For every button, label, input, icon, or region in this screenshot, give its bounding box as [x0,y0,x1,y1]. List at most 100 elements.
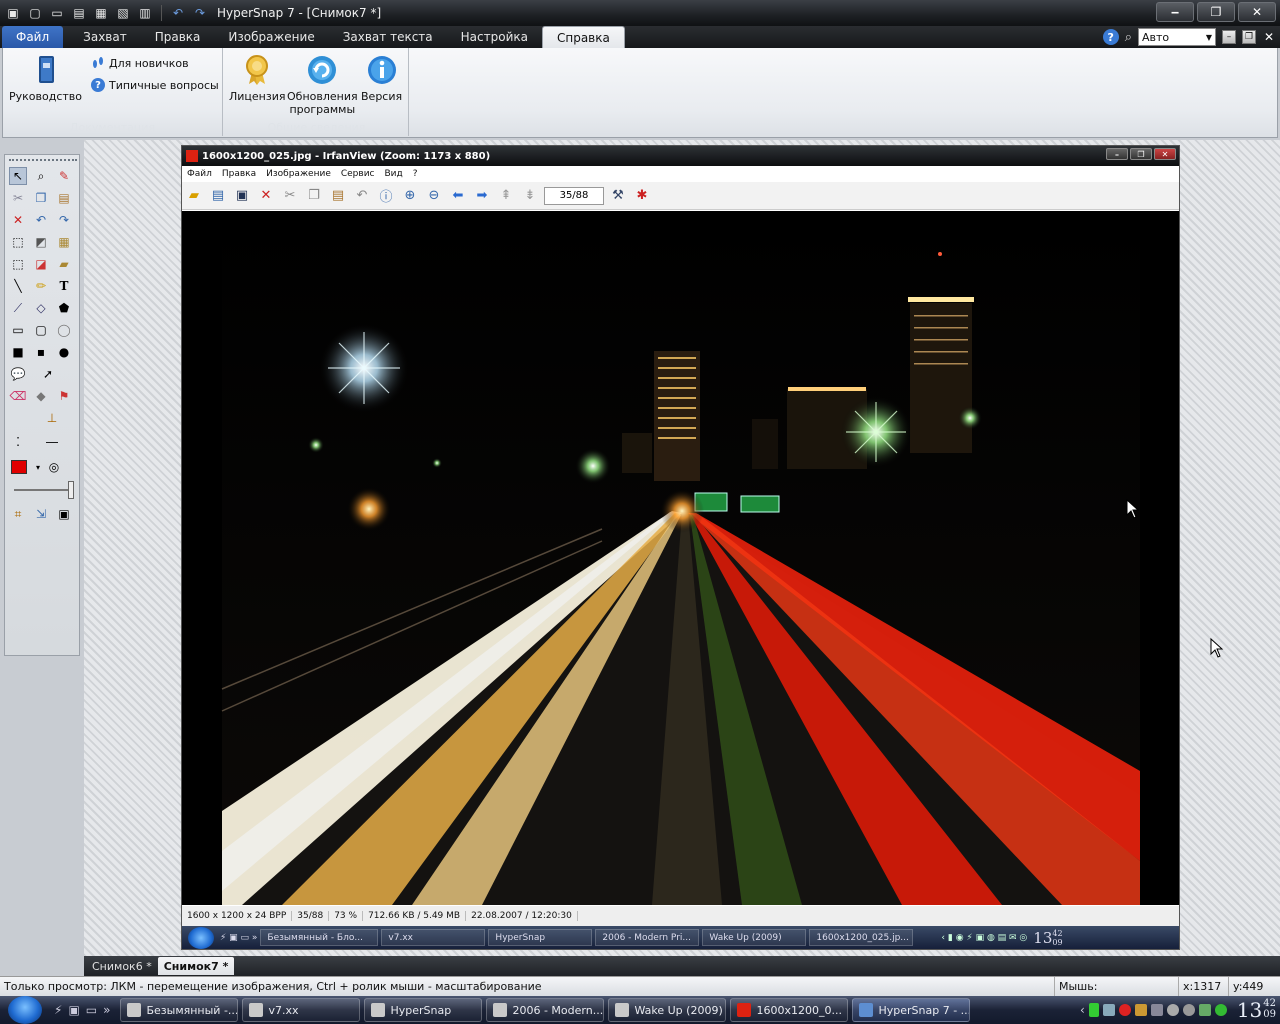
crop-icon[interactable]: ⌗ [9,505,27,523]
monitor-icon[interactable]: ▣ [55,505,73,523]
stamp-icon[interactable]: ⚑ [55,387,73,405]
quicklaunch-app-icon[interactable]: ⚡ [54,1003,62,1017]
window-switcher-icon[interactable]: ▭ [86,1003,97,1017]
maximize-button[interactable]: ❐ [1197,2,1235,22]
minimize-button[interactable]: ‒ [1156,2,1194,22]
filled-rect-icon[interactable]: ■ [9,343,27,361]
taskbar-clock[interactable]: 13 42 09 [1237,998,1276,1022]
tab-help[interactable]: Справка [541,26,625,48]
tab-capture[interactable]: Захват [69,26,141,48]
tray-settings-icon[interactable] [1182,1004,1195,1016]
tray-expand-icon[interactable]: ‹ [1080,1003,1085,1017]
tray-antivirus-icon[interactable] [1118,1004,1131,1016]
print-icon[interactable]: ▦ [92,4,110,22]
blur-icon[interactable]: ◩ [32,233,50,251]
line-icon[interactable]: ╲ [9,277,27,295]
undo-tool-icon[interactable]: ↶ [32,211,50,229]
taskbar-item[interactable]: HyperSnap [364,998,483,1022]
toolbar-grip[interactable] [9,159,77,163]
faq-button[interactable]: ? Типичные вопросы [91,78,219,92]
tab-snapshot7[interactable]: Снимок7 * [157,957,235,975]
stamp-tool-icon[interactable]: ⊥ [43,409,61,427]
taskbar-item[interactable]: v7.xx [242,998,361,1022]
search-icon[interactable]: ⌕ [1125,30,1132,45]
scroll-icon[interactable]: ✎ [55,167,73,185]
print-preview-icon[interactable]: ▧ [114,4,132,22]
version-button[interactable]: Версия [361,54,402,103]
canvas-area[interactable]: 1600x1200_025.jpg - IrfanView (Zoom: 117… [84,140,1280,956]
doc-minimize-button[interactable]: – [1222,30,1236,44]
taskbar-item[interactable]: Wake Up (2009) [608,998,727,1022]
polygon-icon[interactable]: ◇ [32,299,50,317]
pencil-icon[interactable]: ✏ [32,277,50,295]
rectangle-icon[interactable]: ▭ [9,321,27,339]
erase-area-icon[interactable]: ◆ [32,387,50,405]
tab-file[interactable]: Файл [2,26,64,48]
text-icon[interactable]: T [55,277,73,295]
delete-icon[interactable]: ✕ [9,211,27,229]
highlight-icon[interactable]: ▦ [55,233,73,251]
ellipse-icon[interactable]: ◯ [55,321,73,339]
select-region-icon[interactable]: ⬚ [9,233,27,251]
tray-status-icon[interactable] [1214,1004,1227,1016]
opacity-slider[interactable] [11,481,74,499]
rounded-rect-icon[interactable]: ▢ [32,321,50,339]
filled-polygon-icon[interactable]: ⬟ [55,299,73,317]
guide-button[interactable]: Руководство [9,54,82,103]
start-button[interactable] [8,996,42,1024]
tray-network-icon[interactable] [1102,1004,1115,1016]
taskbar-item-active[interactable]: HyperSnap 7 - ... [852,998,971,1022]
app-icon[interactable]: ▣ [4,4,22,22]
eraser-icon[interactable]: ⌫ [9,387,27,405]
beginners-button[interactable]: Для новичков [91,56,189,70]
crop-select-icon[interactable]: ⬚ [9,255,27,273]
arrow-tool-icon[interactable]: ➚ [39,365,57,383]
help-icon[interactable]: ? [1102,29,1119,45]
updates-button[interactable]: Обновления программы [287,54,358,116]
slider-thumb[interactable] [68,481,74,499]
zoom-icon[interactable]: ⌕ [32,167,50,185]
copy-icon[interactable]: ❐ [32,189,50,207]
tab-image[interactable]: Изображение [214,26,328,48]
cut-icon[interactable]: ✂ [9,189,27,207]
tray-mail-icon[interactable] [1198,1004,1211,1016]
doc-restore-button[interactable]: ❐ [1242,30,1256,44]
fill-icon[interactable]: ▰ [55,255,73,273]
captured-image[interactable]: 1600x1200_025.jpg - IrfanView (Zoom: 117… [181,145,1180,950]
color-swatch[interactable] [11,460,27,474]
tray-monitor-icon[interactable] [1150,1004,1163,1016]
redo-tool-icon[interactable]: ↷ [55,211,73,229]
taskbar-item[interactable]: 1600x1200_0... [730,998,849,1022]
tab-snapshot6[interactable]: Снимок6 * [86,957,158,975]
save-icon[interactable]: ▤ [70,4,88,22]
line-width-icon[interactable]: ― [43,433,61,451]
polyline-icon[interactable]: ⟋ [9,299,27,317]
clipboard-icon[interactable]: ▥ [136,4,154,22]
license-button[interactable]: Лицензия [229,54,285,103]
tab-settings[interactable]: Настройка [447,26,542,48]
open-folder-icon[interactable]: ▭ [48,4,66,22]
tray-battery-icon[interactable] [1088,1003,1099,1017]
tab-edit[interactable]: Правка [141,26,215,48]
undo-icon[interactable]: ↶ [169,4,187,22]
resize-icon[interactable]: ⇲ [32,505,50,523]
tray-flash-icon[interactable] [1134,1004,1147,1016]
tab-text-capture[interactable]: Захват текста [329,26,447,48]
doc-close-button[interactable]: ✕ [1262,30,1276,44]
tray-clock-icon[interactable] [1166,1004,1179,1016]
close-button[interactable]: ✕ [1238,2,1276,22]
new-file-icon[interactable]: ▢ [26,4,44,22]
taskbar-item[interactable]: Безымянный -... [120,998,239,1022]
redo-icon[interactable]: ↷ [191,4,209,22]
show-desktop-icon[interactable]: ▣ [68,1003,79,1017]
zoom-select[interactable]: Авто ▼ [1138,28,1216,46]
line-style-icon[interactable]: ⁚ [9,433,27,451]
filled-rounded-rect-icon[interactable]: ▪ [32,343,50,361]
fill-style-icon[interactable]: ◎ [45,458,63,476]
taskbar-item[interactable]: 2006 - Modern... [486,998,605,1022]
color-eraser-icon[interactable]: ◪ [32,255,50,273]
callout-icon[interactable]: 💬 [9,365,27,383]
quicklaunch-more-icon[interactable]: » [103,1003,110,1017]
filled-ellipse-icon[interactable]: ● [55,343,73,361]
select-arrow-icon[interactable]: ↖ [9,167,27,185]
